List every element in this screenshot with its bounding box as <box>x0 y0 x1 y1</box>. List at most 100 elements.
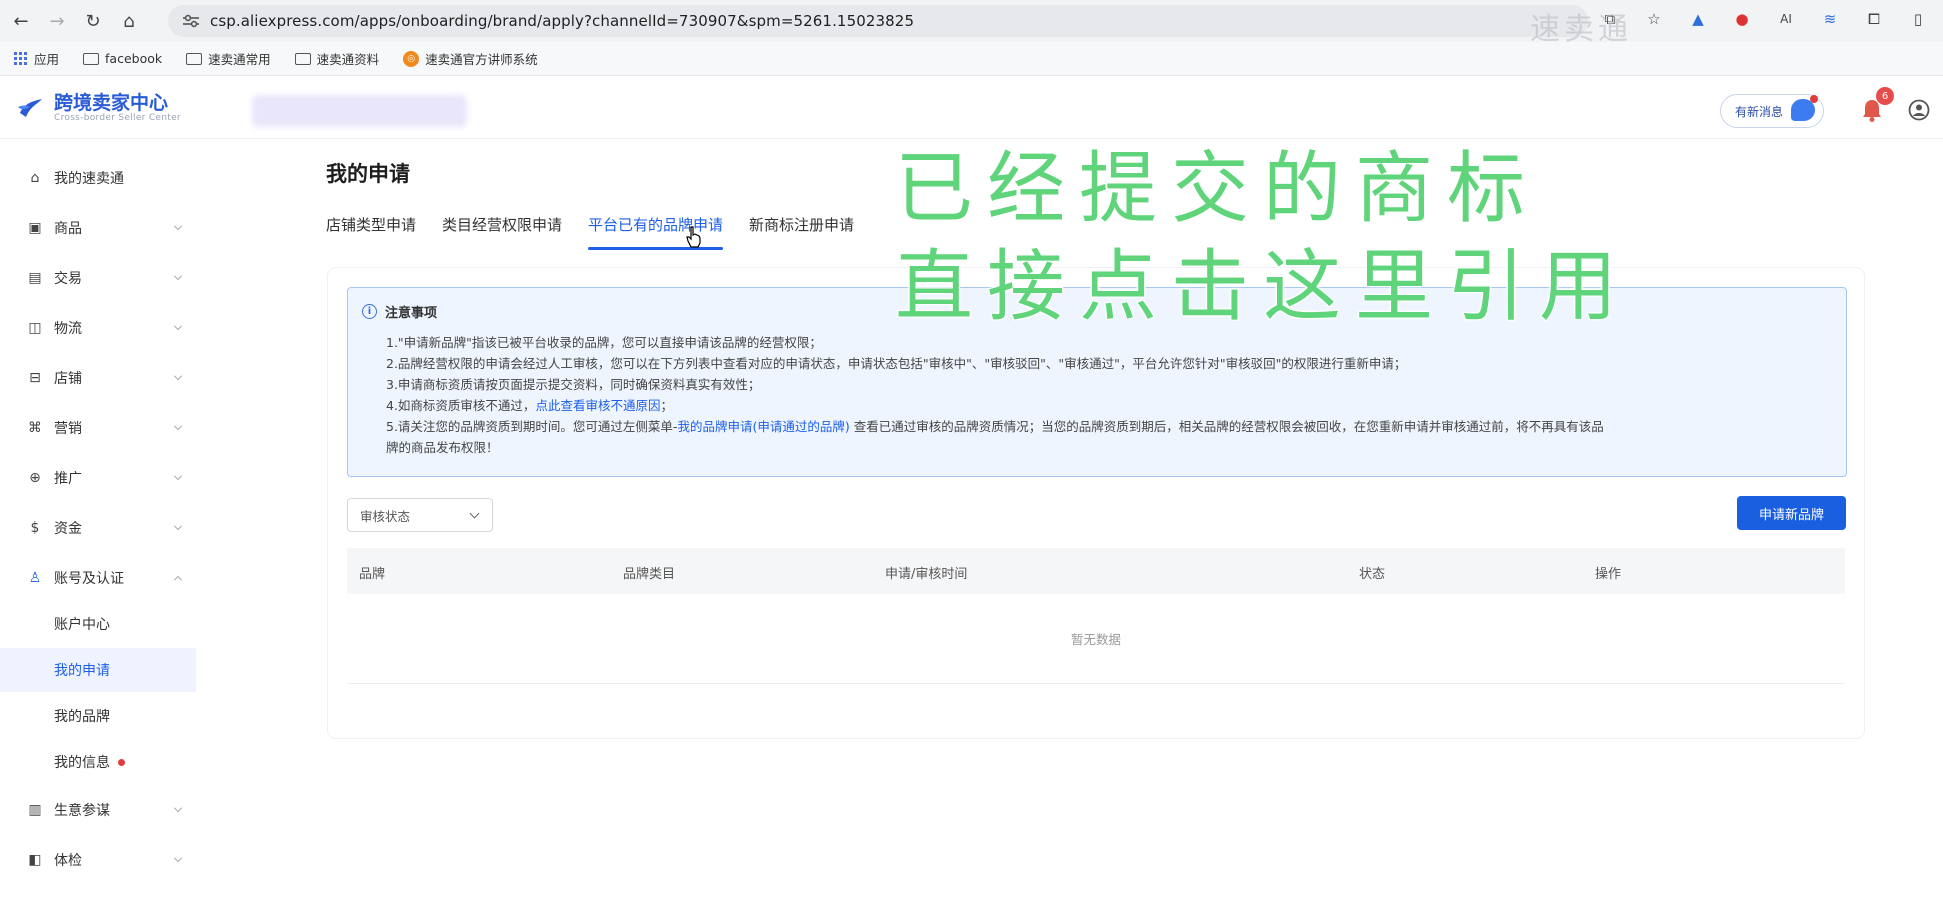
bookmark-label: 速卖通资料 <box>316 52 380 67</box>
column-apply-time: 申请/审核时间 <box>885 567 968 582</box>
tab-existing-brand[interactable]: 平台已有的品牌申请 <box>588 214 724 250</box>
review-status-placeholder: 审核状态 <box>360 508 411 524</box>
product-icon: ▣ <box>28 220 42 236</box>
bookmark-facebook[interactable]: facebook <box>83 51 162 66</box>
overlay-caption-line-1: 已经提交的商标 <box>894 143 1540 235</box>
notice-line-5-continued: 牌的商品发布权限！ <box>386 440 499 455</box>
browser-actions: ⧉ ☆ ▲ ● AI ≋ ⧠ ▯ <box>1599 8 1929 30</box>
sidebar-item-label: 商品 <box>54 221 82 237</box>
order-icon: ▤ <box>28 270 42 286</box>
sidebar-item-funds[interactable]: $ 资金 <box>0 508 196 548</box>
extension-icon[interactable]: ▲ <box>1687 8 1709 30</box>
browser-toolbar: ← → ↻ ⌂ csp.aliexpress.com/apps/onboardi… <box>0 0 1943 42</box>
bookmark-apps[interactable]: 应用 <box>14 49 59 68</box>
bookmark-common[interactable]: 速卖通常用 <box>186 49 271 68</box>
info-icon: i <box>362 304 377 319</box>
sidebar-item-home[interactable]: ⌂ 我的速卖通 <box>0 158 196 198</box>
extension-blue-icon[interactable]: ≋ <box>1819 8 1841 30</box>
chevron-down-icon <box>469 508 480 519</box>
address-bar[interactable]: csp.aliexpress.com/apps/onboarding/brand… <box>168 5 1588 37</box>
logistics-icon: ◫ <box>28 320 42 336</box>
bookmark-label: 速卖通常用 <box>208 52 271 67</box>
application-tabs: 店铺类型申请 类目经营权限申请 平台已有的品牌申请 新商标注册申请 <box>326 214 880 250</box>
sidebar: ⌂ 我的速卖通 ▣ 商品 ▤ 交易 ◫ 物流 ⊟ 店铺 ⌘ 营销 ⊕ 推广 $ … <box>0 140 196 908</box>
notice-line-2: 2.品牌经营权限的申请会经过人工审核，您可以在下方列表中查看对应的申请状态，申请… <box>386 356 1407 371</box>
home-icon: ⌂ <box>30 170 40 186</box>
my-brand-applications-link[interactable]: 我的品牌申请(申请通过的品牌) <box>677 419 849 434</box>
back-icon[interactable]: ← <box>6 6 36 36</box>
sidepanel-icon[interactable]: ▯ <box>1907 8 1929 30</box>
sidebar-item-label: 我的速卖通 <box>54 171 124 187</box>
chevron-down-icon <box>174 322 182 330</box>
notice-line-3: 3.申请商标资质请按页面提示提交资料，同时确保资料真实有效性； <box>386 377 761 392</box>
puzzle-icon[interactable]: ⧠ <box>1863 8 1885 30</box>
sidebar-sub-label: 我的申请 <box>54 663 110 679</box>
sidebar-item-label: 物流 <box>54 321 82 337</box>
unread-dot <box>1810 95 1818 103</box>
overlay-caption-line-2: 直接点击这里引用 <box>894 241 1632 333</box>
sidebar-item-promotion[interactable]: ⊕ 推广 <box>0 458 196 498</box>
extension-red-icon[interactable]: ● <box>1731 8 1753 30</box>
hand-cursor-icon <box>686 226 701 248</box>
sidebar-item-store[interactable]: ⊟ 店铺 <box>0 358 196 398</box>
chevron-up-icon <box>174 576 182 584</box>
tab-new-trademark[interactable]: 新商标注册申请 <box>749 214 854 250</box>
sidebar-item-label: 交易 <box>54 271 82 287</box>
sidebar-item-label: 推广 <box>54 471 82 487</box>
sidebar-item-logistics[interactable]: ◫ 物流 <box>0 308 196 348</box>
url-text: csp.aliexpress.com/apps/onboarding/brand… <box>210 12 915 30</box>
column-status: 状态 <box>1359 567 1386 582</box>
logo-icon <box>18 99 42 117</box>
review-status-select[interactable]: 审核状态 <box>347 498 493 532</box>
apply-new-brand-button[interactable]: 申请新品牌 <box>1737 496 1846 530</box>
sidebar-sub-label: 我的品牌 <box>54 709 110 725</box>
sidebar-item-products[interactable]: ▣ 商品 <box>0 208 196 248</box>
rejection-reason-link[interactable]: 点此查看审核不通原因 <box>535 398 660 413</box>
sidebar-item-marketing[interactable]: ⌘ 营销 <box>0 408 196 448</box>
sidebar-sub-my-applications[interactable]: 我的申请 <box>0 648 196 692</box>
sidebar-item-account[interactable]: ♙ 账号及认证 <box>0 558 196 598</box>
chevron-down-icon <box>174 422 182 430</box>
sidebar-item-orders[interactable]: ▤ 交易 <box>0 258 196 298</box>
sidebar-item-label: 店铺 <box>54 371 82 387</box>
ai-icon[interactable]: AI <box>1775 8 1797 30</box>
new-message-button[interactable]: 有新消息 <box>1720 94 1824 128</box>
bookmark-star-icon[interactable]: ☆ <box>1643 8 1665 30</box>
logo[interactable]: 跨境卖家中心 Cross-border Seller Center <box>16 93 181 123</box>
sidebar-item-label: 体检 <box>54 853 82 869</box>
sidebar-item-label: 账号及认证 <box>54 571 124 587</box>
sidebar-item-analytics[interactable]: ▥ 生意参谋 <box>0 790 196 830</box>
chevron-down-icon <box>174 372 182 380</box>
sidebar-sub-my-info[interactable]: 我的信息 <box>0 740 196 784</box>
app-header: 跨境卖家中心 Cross-border Seller Center 有新消息 6 <box>0 77 1943 139</box>
sidebar-item-checkup[interactable]: ◧ 体检 <box>0 840 196 880</box>
folder-icon <box>83 52 100 65</box>
blurred-account-name <box>252 95 467 127</box>
logo-title: 跨境卖家中心 <box>54 92 169 114</box>
globe-icon: ⊕ <box>29 470 41 486</box>
bookmark-lecturer[interactable]: ◎ 速卖通官方讲师系统 <box>403 49 538 68</box>
column-brand-category: 品牌类目 <box>623 567 676 582</box>
notice-line-5: 5.请关注您的品牌资质到期时间。您可通过左侧菜单-我的品牌申请(申请通过的品牌)… <box>386 416 1836 437</box>
store-icon: ⊟ <box>29 370 41 386</box>
forward-icon[interactable]: → <box>42 6 72 36</box>
sidebar-sub-account-center[interactable]: 账户中心 <box>0 602 196 646</box>
bookmark-materials[interactable]: 速卖通资料 <box>294 49 380 68</box>
reload-icon[interactable]: ↻ <box>78 6 108 36</box>
tab-store-type[interactable]: 店铺类型申请 <box>326 214 416 250</box>
notice-text: 4.如商标资质审核不通过， <box>386 398 536 413</box>
sidebar-sub-my-brands[interactable]: 我的品牌 <box>0 694 196 738</box>
unread-dot <box>118 758 125 766</box>
notice-lines: 1."申请新品牌"指该已被平台收录的品牌，您可以直接申请该品牌的经营权限； 2.… <box>386 332 1836 458</box>
user-avatar-icon[interactable] <box>1908 99 1930 121</box>
money-icon: $ <box>30 520 40 536</box>
column-brand: 品牌 <box>359 567 386 582</box>
site-settings-icon[interactable] <box>182 14 200 28</box>
sidebar-sub-label: 我的信息 <box>54 755 110 771</box>
tab-category-permission[interactable]: 类目经营权限申请 <box>442 214 562 250</box>
bookmark-label: facebook <box>105 51 163 66</box>
notice-title-text: 注意事项 <box>385 306 438 321</box>
marketing-icon: ⌘ <box>28 420 42 436</box>
folder-icon <box>186 52 203 65</box>
home-button-icon[interactable]: ⌂ <box>114 6 144 36</box>
